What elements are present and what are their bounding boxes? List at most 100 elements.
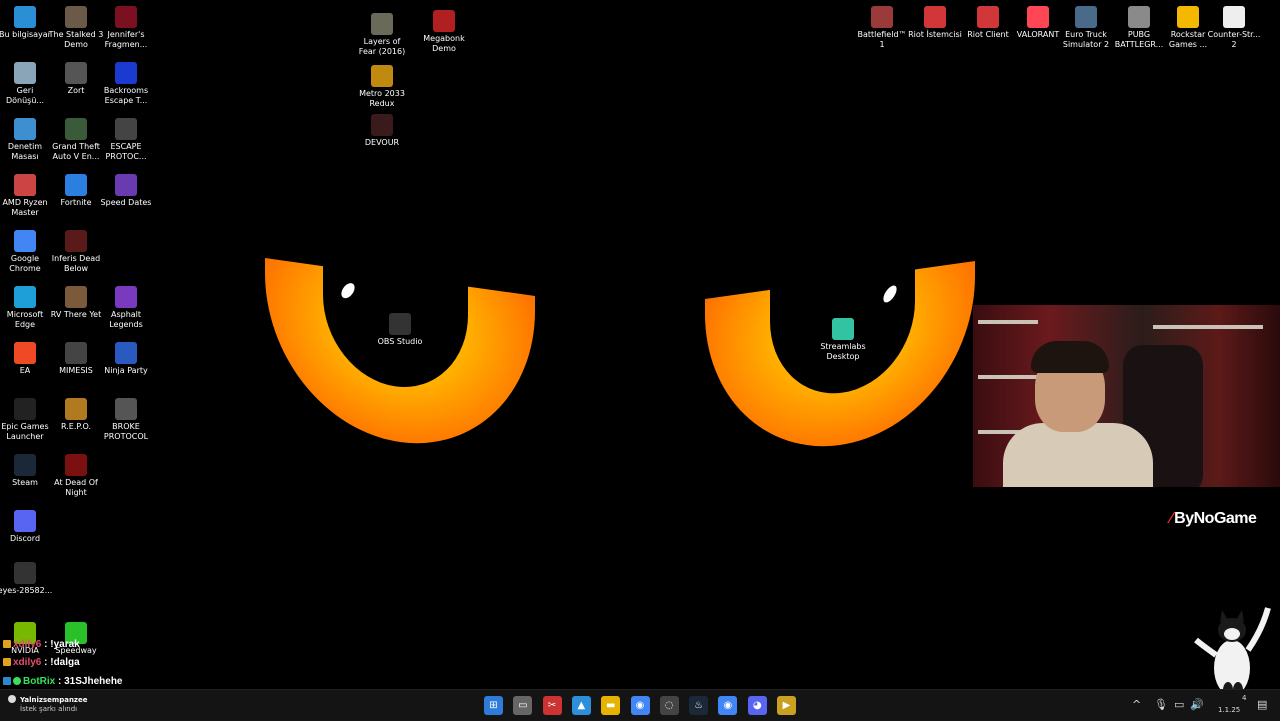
- desktop-shortcut-label: Grand Theft Auto V En...: [52, 142, 100, 161]
- desktop-shortcut[interactable]: Ninja Party: [98, 342, 154, 376]
- desktop-shortcut[interactable]: Denetim Masası: [0, 118, 53, 162]
- game-inferis-icon: [65, 230, 87, 252]
- wallpaper-left-eye: [265, 258, 535, 461]
- desktop-shortcut[interactable]: RV There Yet: [48, 286, 104, 320]
- notification-center-icon[interactable]: ▤: [1257, 698, 1267, 711]
- desktop-shortcut[interactable]: DEVOUR: [354, 114, 410, 148]
- desktop-shortcut-label: Euro Truck Simulator 2: [1062, 30, 1110, 49]
- desktop-shortcut[interactable]: Layers of Fear (2016): [354, 13, 410, 57]
- desktop-shortcut[interactable]: Asphalt Legends: [98, 286, 154, 330]
- battlefield-icon: [871, 6, 893, 28]
- taskbar-discord-icon[interactable]: ◕: [747, 696, 767, 715]
- desktop-shortcut-label: Layers of Fear (2016): [358, 37, 406, 56]
- taskbar-file-explorer-icon[interactable]: ▬: [601, 696, 621, 715]
- chat-message: xdily6 : !dalga: [3, 657, 80, 668]
- microphone-icon[interactable]: 🎙: [1154, 698, 1168, 711]
- desktop-shortcut[interactable]: Discord: [0, 510, 53, 544]
- gta-icon: [65, 118, 87, 140]
- desktop-shortcut[interactable]: Fortnite: [48, 174, 104, 208]
- desktop-shortcut[interactable]: Riot İstemcisi: [907, 6, 963, 40]
- chat-text: : !yarak: [41, 639, 80, 650]
- desktop-shortcut[interactable]: PUBG BATTLEGR...: [1111, 6, 1167, 50]
- file-icon: [1223, 6, 1245, 28]
- desktop-shortcut[interactable]: The Stalked 3 Demo: [48, 6, 104, 50]
- edge-icon: [14, 286, 36, 308]
- desktop-shortcut[interactable]: BROKE PROTOCOL: [98, 398, 154, 442]
- desktop-shortcut-label: R.E.P.O.: [60, 422, 92, 431]
- desktop-shortcut[interactable]: Geri Dönüşü...: [0, 62, 53, 106]
- desktop-shortcut[interactable]: AMD Ryzen Master: [0, 174, 53, 218]
- chat-username: BotRix: [23, 676, 56, 687]
- tray-clock-time[interactable]: 4: [1242, 694, 1246, 702]
- desktop-shortcut-label: The Stalked 3 Demo: [48, 30, 104, 49]
- desktop-shortcut-label: EA: [19, 366, 31, 375]
- desktop-shortcut[interactable]: Streamlabs Desktop: [815, 318, 871, 362]
- desktop-shortcut[interactable]: Riot Client: [960, 6, 1016, 40]
- desktop-shortcut[interactable]: Backrooms Escape T...: [98, 62, 154, 106]
- webcam-streamer-hair: [1031, 341, 1109, 373]
- desktop-shortcut[interactable]: ESCAPE PROTOC...: [98, 118, 154, 162]
- desktop-shortcut[interactable]: Speed Dates: [98, 174, 154, 208]
- fortnite-icon: [65, 174, 87, 196]
- taskbar-chrome-icon[interactable]: ◉: [630, 696, 650, 715]
- desktop-shortcut[interactable]: Metro 2033 Redux: [354, 65, 410, 109]
- desktop-shortcut-label: Riot Client: [967, 30, 1009, 39]
- desktop-shortcut[interactable]: EA: [0, 342, 53, 376]
- desktop-shortcut[interactable]: At Dead Of Night: [48, 454, 104, 498]
- desktop-shortcut[interactable]: Jennifer's Fragmen...: [98, 6, 154, 50]
- desktop-shortcut[interactable]: Battlefield™ 1: [854, 6, 910, 50]
- taskbar-obs-icon[interactable]: ◌: [659, 696, 679, 715]
- desktop-shortcut-label: ESCAPE PROTOC...: [105, 142, 147, 161]
- desktop-shortcut[interactable]: Epic Games Launcher: [0, 398, 53, 442]
- desktop-shortcut[interactable]: Zort: [48, 62, 104, 96]
- riot-icon: [924, 6, 946, 28]
- desktop-shortcut-label: MIMESIS: [59, 366, 93, 375]
- desktop-shortcut[interactable]: OBS Studio: [372, 313, 428, 347]
- now-playing-widget[interactable]: Yalnizsempanzee İstek şarkı alındı: [8, 695, 88, 714]
- amd-ryzen-icon: [14, 174, 36, 196]
- desktop-shortcut-label: Ninja Party: [104, 366, 148, 375]
- desktop-shortcut-label: Bu bilgisayar: [0, 30, 51, 39]
- taskbar-task-view-icon[interactable]: ▭: [513, 696, 533, 715]
- desktop-shortcut-label: Speed Dates: [100, 198, 152, 207]
- desktop-shortcut[interactable]: Euro Truck Simulator 2: [1058, 6, 1114, 50]
- webcam-shelf: [978, 375, 1038, 379]
- desktop-shortcut-label: AMD Ryzen Master: [2, 198, 48, 217]
- desktop-shortcut[interactable]: Microsoft Edge: [0, 286, 53, 330]
- desktop-shortcut-label: Asphalt Legends: [109, 310, 143, 329]
- tray-clock-date[interactable]: 1.1.25: [1218, 706, 1240, 714]
- network-icon[interactable]: ▭: [1174, 698, 1184, 711]
- taskbar-windows-start-icon[interactable]: ⊞: [484, 696, 503, 715]
- taskbar-snipping-tool-icon[interactable]: ✂: [542, 696, 562, 715]
- bynogame-logo-text: ByNoGame: [1174, 510, 1257, 527]
- chat-verified-icon: [13, 677, 21, 685]
- desktop-shortcut-label: Counter-Str... 2: [1207, 30, 1261, 49]
- desktop-shortcut[interactable]: Counter-Str... 2: [1206, 6, 1262, 50]
- pubg-icon: [1128, 6, 1150, 28]
- volume-icon[interactable]: 🔊: [1190, 698, 1204, 711]
- desktop-shortcut-label: Fortnite: [60, 198, 92, 207]
- desktop-shortcut[interactable]: Steam: [0, 454, 53, 488]
- desktop-shortcut-label: Metro 2033 Redux: [359, 89, 405, 108]
- computer-icon: [14, 6, 36, 28]
- taskbar-steam-icon[interactable]: ♨: [689, 696, 709, 715]
- desktop-shortcut[interactable]: MIMESIS: [48, 342, 104, 376]
- desktop-shortcut-label: Streamlabs Desktop: [820, 342, 866, 361]
- desktop-shortcut[interactable]: Grand Theft Auto V En...: [48, 118, 104, 162]
- epic-games-icon: [14, 398, 36, 420]
- desktop-shortcut-label: At Dead Of Night: [54, 478, 98, 497]
- desktop-shortcut[interactable]: Megabonk Demo: [416, 10, 472, 54]
- wallpaper-right-eye: [705, 261, 975, 464]
- game-megabonk-icon: [433, 10, 455, 32]
- desktop-shortcut[interactable]: Google Chrome: [0, 230, 53, 274]
- desktop-shortcut[interactable]: R.E.P.O.: [48, 398, 104, 432]
- desktop-shortcut-label: Zort: [67, 86, 85, 95]
- desktop-shortcut[interactable]: eyes-28582...: [0, 562, 53, 596]
- game-jennifer-icon: [115, 6, 137, 28]
- taskbar-media-player-icon[interactable]: ▶: [777, 696, 796, 715]
- tray-overflow-chevron-icon[interactable]: ^: [1132, 698, 1141, 711]
- desktop-shortcut[interactable]: Inferis Dead Below: [48, 230, 104, 274]
- desktop-shortcut[interactable]: Bu bilgisayar: [0, 6, 53, 40]
- taskbar-photos-icon[interactable]: ▲: [571, 696, 591, 715]
- taskbar-chrome-alt-icon[interactable]: ◉: [718, 696, 738, 715]
